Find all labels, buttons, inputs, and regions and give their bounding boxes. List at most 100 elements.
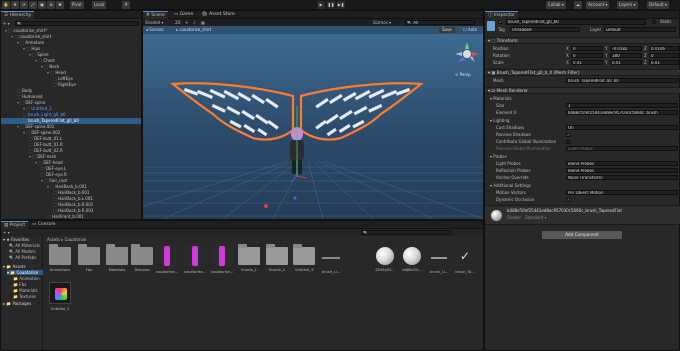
lighting-foldout[interactable]: ▾ Lighting	[490, 118, 509, 123]
contribute-gi-checkbox[interactable]	[566, 140, 570, 144]
object-name-field[interactable]: brush_TaperedFlat_g0_b0	[506, 19, 646, 25]
rect-tool-icon[interactable]: ▣	[38, 1, 46, 9]
fbx-folder[interactable]: 📁 Fbx	[13, 282, 26, 287]
asset-couatorise-prefab-1[interactable]: couatorise...	[154, 245, 180, 274]
assets-folder[interactable]: ▾ 📁 Assets	[3, 264, 26, 269]
material-section[interactable]: b488cf1fef25441ed8ec957030c5660c_brush_T…	[485, 205, 680, 225]
receive-gi-dropdown[interactable]: Light Probes	[566, 146, 678, 151]
probes-foldout[interactable]: ▾ Probes	[490, 154, 507, 159]
hand-tool-icon[interactable]: ✋	[2, 1, 10, 9]
create-dropdown[interactable]: + ▾	[3, 21, 10, 26]
asset-brush-light[interactable]: brush_Li...	[426, 245, 452, 274]
custom-tool-icon[interactable]: ✱	[56, 1, 64, 9]
project-breadcrumb[interactable]: Assets ▸ Couatorise	[47, 237, 86, 242]
tab-console[interactable]: ▭ Console	[29, 221, 59, 229]
scene-viewport[interactable]: ◂ Scenes ▸ couatorise_shirt Save ☐ Auto	[143, 26, 483, 219]
tab-hierarchy[interactable]: ☰ Hierarchy	[1, 11, 35, 19]
dynamic-occlusion-checkbox[interactable]: ✓	[566, 198, 570, 202]
layer-dropdown[interactable]: Default	[604, 27, 676, 32]
position-z-field[interactable]: 0.0106	[649, 46, 679, 51]
asset-materials-folder[interactable]: Materials	[104, 244, 130, 272]
asset-animations-folder[interactable]: Animations	[47, 244, 73, 272]
scale-tool-icon[interactable]: ⤢	[29, 1, 37, 9]
account-dropdown[interactable]: Account ▾	[586, 1, 610, 9]
scale-z-field[interactable]: 0.01	[649, 60, 679, 65]
size-field[interactable]: 1	[566, 103, 678, 108]
persp-label[interactable]: < Persp	[455, 72, 471, 77]
orientation-gizmo-icon[interactable]	[453, 40, 481, 68]
position-y-field[interactable]: -0.0182	[610, 46, 642, 51]
additional-settings-foldout[interactable]: ▾ Additional Settings	[490, 183, 531, 188]
pivot-toggle[interactable]: Pivot	[70, 1, 84, 9]
transform-header[interactable]: ▾ ⬚ Transform	[485, 37, 680, 44]
mesh-filter-header[interactable]: ▾ ▦ Brush_TaperedFlat_g0_b_0 (Mesh Filte…	[485, 69, 680, 76]
element0-field[interactable]: b488cf1fef25441ed8ec957030c5660c_brush_	[566, 110, 678, 115]
rotation-z-field[interactable]: 0	[649, 53, 679, 58]
rotate-tool-icon[interactable]: ⟳	[20, 1, 28, 9]
local-toggle[interactable]: Local	[92, 1, 107, 9]
asset-couatorise-prefab-3[interactable]: couatorise...	[209, 245, 235, 274]
materials-foldout[interactable]: ▾ Materials	[490, 96, 512, 101]
step-icon[interactable]: ▶❚	[337, 1, 345, 9]
mesh-field[interactable]: brush_TaperedFlat_g0_b0	[566, 78, 678, 83]
tab-game[interactable]: ▭ Game	[171, 11, 196, 19]
fav-all-materials[interactable]: 🔍 All Materials	[9, 243, 40, 248]
audio-toggle-icon[interactable]: ♪	[193, 20, 196, 25]
asset-untitled-3[interactable]: Untitled_3	[291, 244, 317, 272]
layers-dropdown[interactable]: Layers ▾	[617, 1, 638, 9]
grid-snap-icon[interactable]: #	[122, 1, 130, 9]
layout-dropdown[interactable]: Default ▾	[647, 1, 669, 9]
shader-dropdown[interactable]: Standard ▾	[525, 215, 546, 220]
rotation-y-field[interactable]: 180	[610, 53, 642, 58]
scale-x-field[interactable]: 0.01	[571, 60, 603, 65]
effects-toggle-icon[interactable]: ▦	[201, 20, 205, 25]
collab-dropdown[interactable]: Collab ▾	[546, 1, 566, 9]
project-create-dropdown[interactable]: + ▾	[3, 230, 10, 235]
rotation-x-field[interactable]: 0	[571, 53, 603, 58]
asset-couatorise-prefab-2[interactable]: couatorise...	[182, 245, 208, 274]
light-probes-dropdown[interactable]: Blend Probes	[566, 161, 678, 166]
hierarchy-search-input[interactable]: 🔍	[15, 21, 139, 26]
scene-search-input[interactable]: 🔍 All	[405, 20, 475, 25]
asset-material-sphere-2[interactable]: b488cf1f...	[399, 245, 425, 272]
shading-mode-dropdown[interactable]: Shaded ▾	[145, 20, 163, 25]
asset-thumb-2[interactable]: thumb_2	[264, 244, 290, 272]
play-icon[interactable]: ▶	[317, 1, 325, 9]
active-checkbox[interactable]: ✓	[498, 20, 502, 24]
move-tool-icon[interactable]: ✥	[11, 1, 19, 9]
lighting-toggle-icon[interactable]: ☀	[185, 20, 189, 25]
asset-thumb-1[interactable]: thumb_1	[236, 244, 262, 272]
tab-scene[interactable]: # Scene	[143, 11, 168, 19]
fav-all-prefabs[interactable]: 🔍 All Prefabs	[9, 255, 36, 260]
materials-folder[interactable]: 📁 Materials	[13, 288, 38, 293]
fav-all-models[interactable]: 🔍 All Models	[9, 249, 36, 254]
tab-project[interactable]: ▤ Project	[1, 221, 29, 229]
reflection-probes-dropdown[interactable]: Blend Probes	[566, 168, 678, 173]
receive-shadows-checkbox[interactable]: ✓	[566, 133, 570, 137]
transform-tool-icon[interactable]: ⊕	[47, 1, 55, 9]
motion-vectors-dropdown[interactable]: Per Object Motion	[566, 190, 678, 195]
asset-material-sphere-1[interactable]: 0245c63...	[372, 245, 398, 272]
textures-folder[interactable]: 📁 Textures	[13, 294, 36, 299]
asset-textures-folder[interactable]: Textures	[129, 244, 155, 272]
tab-asset-store[interactable]: 🛍 Asset Store	[199, 11, 238, 19]
cloud-icon[interactable]: ☁	[574, 1, 582, 9]
pause-icon[interactable]: ❚❚	[327, 1, 335, 9]
favorites-folder[interactable]: ▾ ★ Favorites	[3, 237, 29, 242]
add-component-button[interactable]: Add Component	[542, 231, 622, 239]
2d-toggle[interactable]: 2D	[175, 20, 181, 25]
asset-untitled-3-object[interactable]: Untitled_3	[47, 282, 73, 311]
asset-brush-tapered[interactable]: ✓ brush_Ta...	[452, 245, 478, 274]
position-x-field[interactable]: 0	[571, 46, 603, 51]
cast-shadows-dropdown[interactable]: On	[566, 125, 678, 130]
tab-inspector[interactable]: ⓘ Inspector	[485, 11, 518, 19]
gizmos-dropdown[interactable]: Gizmos ▾	[373, 20, 391, 25]
static-checkbox[interactable]	[652, 20, 656, 24]
asset-brush-light-mesh[interactable]: brush_Li...	[318, 245, 344, 274]
tag-dropdown[interactable]: Untagged	[510, 27, 580, 32]
asset-fbx-folder[interactable]: Fbx	[76, 244, 102, 272]
mesh-renderer-header[interactable]: ▾ ☑ Mesh Renderer	[485, 87, 680, 94]
couatorise-folder[interactable]: ▾ 📁 Couatorise	[7, 270, 43, 275]
animation-folder[interactable]: 📁 Animation	[13, 276, 40, 281]
scale-y-field[interactable]: 0.01	[610, 60, 642, 65]
